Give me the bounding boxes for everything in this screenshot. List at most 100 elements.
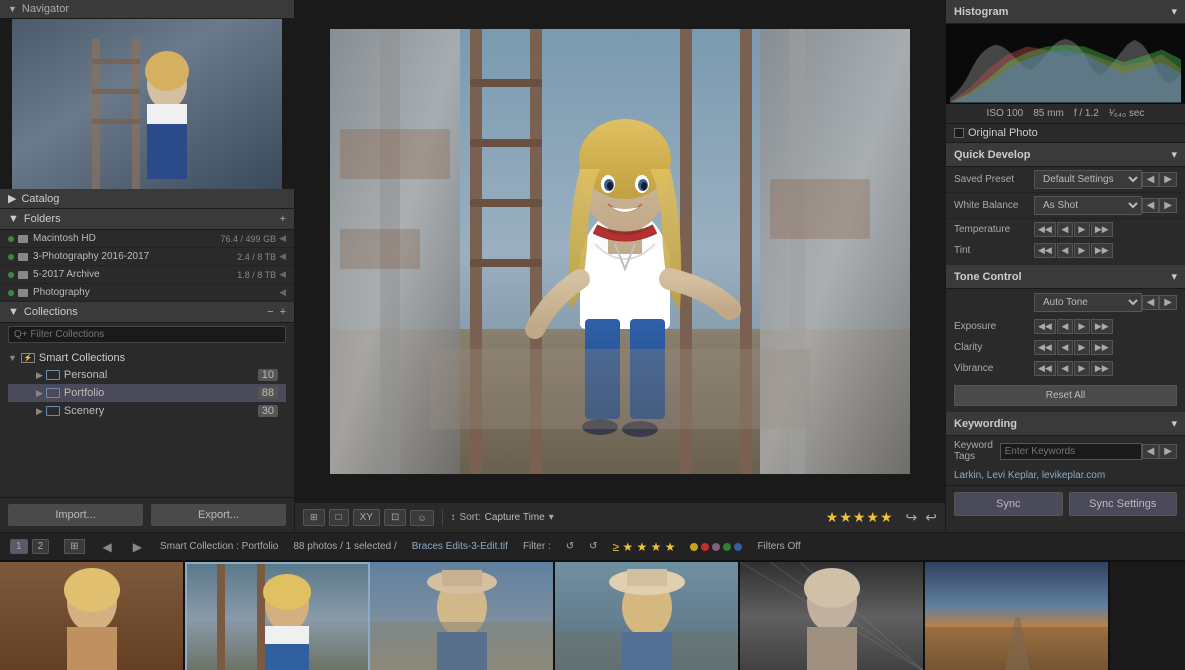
collection-item-personal[interactable]: ▶ Personal 10 <box>8 366 286 384</box>
navigator-header[interactable]: ▼ Navigator <box>0 0 294 19</box>
saved-preset-select[interactable]: Default Settings <box>1034 170 1142 189</box>
temp-inc[interactable]: ▶ <box>1074 222 1090 237</box>
filmstrip-item[interactable] <box>925 562 1110 670</box>
folder-item[interactable]: Photography ◀ <box>0 284 294 302</box>
sort-value[interactable]: Capture Time <box>485 512 545 523</box>
main-toolbar: ⊞ □ XY ⊡ ☺ ↕ Sort: Capture Time ▾ ★★★★★ … <box>295 502 945 532</box>
temp-dec-large[interactable]: ◀◀ <box>1034 222 1056 237</box>
vibrance-inc-large[interactable]: ▶▶ <box>1091 361 1113 376</box>
filmstrip-item[interactable] <box>370 562 555 670</box>
sync-settings-button[interactable]: Sync Settings <box>1069 492 1178 516</box>
loupe-view-btn[interactable]: □ <box>329 509 349 526</box>
tone-control-select[interactable]: Auto Tone <box>1034 293 1142 312</box>
clarity-inc-large[interactable]: ▶▶ <box>1091 340 1113 355</box>
tint-dec-large[interactable]: ◀◀ <box>1034 243 1056 258</box>
sort-dropdown[interactable]: ▾ <box>549 512 554 523</box>
filmstrip-item[interactable] <box>0 562 185 670</box>
collections-header[interactable]: ▼ Collections − + <box>0 302 294 323</box>
original-photo-checkbox[interactable] <box>954 128 964 138</box>
collection-item-scenery[interactable]: ▶ Scenery 30 <box>8 402 286 420</box>
return-icon[interactable]: ↩ <box>925 509 937 526</box>
tone-next[interactable]: ▶ <box>1159 295 1177 310</box>
collection-item-portfolio[interactable]: ▶ Portfolio 88 <box>8 384 286 402</box>
collections-minus-btn[interactable]: − <box>267 306 273 318</box>
tint-inc-large[interactable]: ▶▶ <box>1091 243 1113 258</box>
collections-plus-btn[interactable]: + <box>280 306 286 318</box>
people-view-btn[interactable]: ☺ <box>410 510 433 526</box>
tone-control-collapse[interactable]: ▾ <box>1171 270 1177 283</box>
page-buttons: 1 2 <box>10 539 49 554</box>
vibrance-dec[interactable]: ◀ <box>1057 361 1073 376</box>
exposure-dec[interactable]: ◀ <box>1057 319 1073 334</box>
white-balance-select[interactable]: As Shot <box>1034 196 1142 215</box>
folder-icon <box>18 271 28 279</box>
collection-name: Scenery <box>64 405 258 417</box>
tone-control-header[interactable]: Tone Control ▾ <box>946 265 1185 289</box>
vibrance-inc[interactable]: ▶ <box>1074 361 1090 376</box>
filter-stars[interactable]: ≥ ★ ★ ★ ★ <box>613 540 676 554</box>
histogram-header[interactable]: Histogram ▾ <box>946 0 1185 24</box>
saved-preset-prev[interactable]: ◀ <box>1142 172 1160 187</box>
filmstrip-item[interactable] <box>740 562 925 670</box>
star-rating[interactable]: ★★★★★ <box>826 509 894 526</box>
folder-item[interactable]: Macintosh HD 76.4 / 499 GB ◀ <box>0 230 294 248</box>
compare-view-btn[interactable]: XY <box>353 509 380 526</box>
clarity-inc[interactable]: ▶ <box>1074 340 1090 355</box>
quick-develop-header[interactable]: Quick Develop ▾ <box>946 143 1185 167</box>
keyword-prev[interactable]: ◀ <box>1142 444 1160 459</box>
filters-off-label[interactable]: Filters Off <box>757 541 800 552</box>
forward-icon[interactable]: ↪ <box>906 509 918 526</box>
saved-preset-next[interactable]: ▶ <box>1159 172 1177 187</box>
folder-item[interactable]: 5-2017 Archive 1.8 / 8 TB ◀ <box>0 266 294 284</box>
temp-dec[interactable]: ◀ <box>1057 222 1073 237</box>
folder-item[interactable]: 3-Photography 2016-2017 2.4 / 8 TB ◀ <box>0 248 294 266</box>
keywording-header[interactable]: Keywording ▾ <box>946 412 1185 436</box>
exposure-inc[interactable]: ▶ <box>1074 319 1090 334</box>
filter-toggle-1[interactable]: ↺ <box>566 541 574 552</box>
wb-next[interactable]: ▶ <box>1159 198 1177 213</box>
folders-add-icon[interactable]: + <box>280 213 286 225</box>
next-arrow[interactable]: ▶ <box>130 540 145 554</box>
filmstrip-item[interactable] <box>555 562 740 670</box>
import-button[interactable]: Import... <box>8 504 143 526</box>
keyword-tags-input[interactable] <box>1000 443 1142 460</box>
export-button[interactable]: Export... <box>151 504 286 526</box>
focal-info: 85 mm <box>1033 108 1064 119</box>
keyword-tags-label: Keyword Tags <box>954 440 1000 462</box>
smart-collections-header[interactable]: ▼ ⚡ Smart Collections <box>8 350 286 366</box>
reset-all-button[interactable]: Reset All <box>954 385 1177 406</box>
exposure-inc-large[interactable]: ▶▶ <box>1091 319 1113 334</box>
filter-toggle-2[interactable]: ↺ <box>589 541 597 552</box>
tint-dec[interactable]: ◀ <box>1057 243 1073 258</box>
exposure-dec-large[interactable]: ◀◀ <box>1034 319 1056 334</box>
folders-header[interactable]: ▼ Folders + <box>0 209 294 230</box>
keyword-next[interactable]: ▶ <box>1159 444 1177 459</box>
quick-develop-collapse[interactable]: ▾ <box>1171 148 1177 161</box>
filmstrip-item[interactable] <box>185 562 370 670</box>
page-2-btn[interactable]: 2 <box>32 539 50 554</box>
folder-name: 3-Photography 2016-2017 <box>33 251 237 262</box>
survey-view-btn[interactable]: ⊡ <box>384 509 406 526</box>
collections-search-input[interactable] <box>8 326 286 343</box>
main-image <box>330 29 910 474</box>
prev-arrow[interactable]: ◀ <box>100 540 115 554</box>
collections-label: Collections <box>24 306 78 318</box>
keywording-collapse[interactable]: ▾ <box>1171 417 1177 430</box>
clarity-dec-large[interactable]: ◀◀ <box>1034 340 1056 355</box>
temp-inc-large[interactable]: ▶▶ <box>1091 222 1113 237</box>
collection-name: Portfolio <box>64 387 258 399</box>
grid-view-btn[interactable]: ⊞ <box>303 509 325 526</box>
grid-view-status-btn[interactable]: ⊞ <box>64 539 84 554</box>
clarity-row: Clarity ◀◀ ◀ ▶ ▶▶ <box>946 337 1185 358</box>
page-1-btn[interactable]: 1 <box>10 539 28 554</box>
tint-inc[interactable]: ▶ <box>1074 243 1090 258</box>
wb-prev[interactable]: ◀ <box>1142 198 1160 213</box>
tone-prev[interactable]: ◀ <box>1142 295 1160 310</box>
histogram-collapse[interactable]: ▾ <box>1171 5 1177 18</box>
clarity-dec[interactable]: ◀ <box>1057 340 1073 355</box>
main-image-container <box>295 0 945 502</box>
vibrance-dec-large[interactable]: ◀◀ <box>1034 361 1056 376</box>
filename[interactable]: Braces Edits-3-Edit.tif <box>412 541 508 552</box>
sync-button[interactable]: Sync <box>954 492 1063 516</box>
catalog-section[interactable]: ▶ Catalog <box>0 189 294 209</box>
